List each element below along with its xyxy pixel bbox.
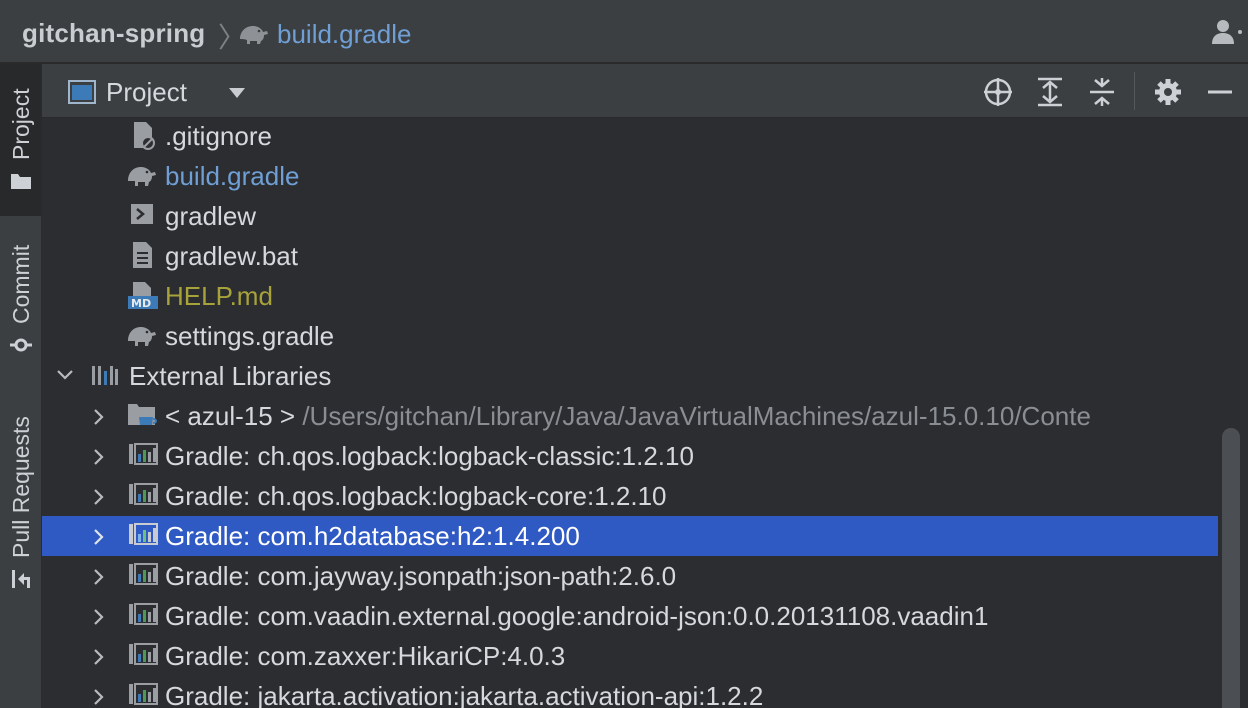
- tree-item-library[interactable]: Gradle: com.jayway.jsonpath:json-path:2.…: [42, 556, 1218, 596]
- library-name: Gradle: com.vaadin.external.google:andro…: [165, 601, 989, 631]
- sdk-name: < azul-15 > /Users/gitchan/Library/Java/…: [165, 401, 1091, 432]
- ide-window: gitchan-spring 〉 build.gradle Project Co…: [0, 0, 1248, 708]
- gradle-elephant-icon: [126, 161, 158, 192]
- strip-label-commit: Commit: [8, 244, 34, 324]
- chevron-right-icon[interactable]: [92, 448, 106, 471]
- sdk-path: /Users/gitchan/Library/Java/JavaVirtualM…: [302, 401, 1091, 431]
- panel-title: Project: [106, 77, 187, 107]
- markdown-file-icon: MD: [127, 281, 159, 316]
- folder-icon: [10, 172, 32, 195]
- gradle-elephant-icon: [126, 321, 158, 352]
- tree-item-file[interactable]: gradlew: [42, 196, 1218, 236]
- tree-item-sdk[interactable]: < azul-15 > /Users/gitchan/Library/Java/…: [42, 396, 1218, 436]
- tree-item-library[interactable]: Gradle: ch.qos.logback:logback-classic:1…: [42, 436, 1218, 476]
- library-icon: [128, 521, 158, 552]
- file-name: gradlew.bat: [165, 241, 298, 271]
- tree-item-file[interactable]: settings.gradle: [42, 316, 1218, 356]
- library-icon: [128, 601, 158, 632]
- commit-icon: [10, 334, 32, 361]
- strip-label-pull-requests: Pull Requests: [8, 416, 34, 558]
- library-icon: [128, 681, 158, 708]
- tree-item-library[interactable]: Gradle: ch.qos.logback:logback-core:1.2.…: [42, 476, 1218, 516]
- project-tree: .gitignore build.gradle gradlew gradlew.…: [42, 118, 1248, 708]
- tree-item-file[interactable]: .gitignore: [42, 118, 1218, 156]
- project-window-icon: [68, 80, 96, 109]
- text-file-icon: [132, 241, 156, 276]
- chevron-right-icon[interactable]: [92, 408, 106, 431]
- library-icon: [128, 641, 158, 672]
- user-icon[interactable]: [1210, 18, 1248, 51]
- file-name: .gitignore: [165, 121, 272, 151]
- breadcrumb-file[interactable]: build.gradle: [277, 19, 411, 50]
- tool-window-strip: Project Commit Pull Requests: [0, 64, 42, 708]
- tree-item-library-selected[interactable]: Gradle: com.h2database:h2:1.4.200: [42, 516, 1218, 556]
- collapse-all-icon[interactable]: [1086, 76, 1118, 108]
- library-name: Gradle: com.zaxxer:HikariCP:4.0.3: [165, 641, 566, 671]
- file-name: settings.gradle: [165, 321, 335, 351]
- chevron-right-icon[interactable]: [92, 608, 106, 631]
- strip-tab-pull-requests[interactable]: Pull Requests: [0, 394, 41, 594]
- file-name: gradlew: [165, 201, 257, 231]
- locate-icon[interactable]: [982, 76, 1014, 108]
- navigation-bar: gitchan-spring 〉 build.gradle: [0, 0, 1248, 64]
- library-icon: [128, 561, 158, 592]
- chevron-right-icon[interactable]: [92, 488, 106, 511]
- library-icon: [128, 441, 158, 472]
- file-name: build.gradle: [165, 161, 300, 191]
- expand-all-icon[interactable]: [1034, 76, 1066, 108]
- shell-script-icon: [130, 201, 156, 232]
- strip-tab-commit[interactable]: Commit: [0, 224, 41, 364]
- minimize-icon[interactable]: [1204, 76, 1236, 108]
- breadcrumb-project[interactable]: gitchan-spring: [22, 18, 205, 49]
- sdk-label: < azul-15 >: [165, 401, 296, 431]
- library-icon: [128, 481, 158, 512]
- chevron-down-icon[interactable]: [56, 368, 74, 387]
- chevron-right-icon[interactable]: [92, 528, 106, 551]
- external-libraries-label: External Libraries: [129, 361, 332, 391]
- strip-label-project: Project: [8, 88, 34, 160]
- libraries-icon: [90, 363, 120, 392]
- tree-item-file[interactable]: gradlew.bat: [42, 236, 1218, 276]
- chevron-right-icon[interactable]: [92, 648, 106, 671]
- vertical-scrollbar[interactable]: [1222, 428, 1240, 708]
- library-name: Gradle: ch.qos.logback:logback-classic:1…: [165, 441, 694, 471]
- toolbar-divider: [1134, 72, 1135, 110]
- jdk-folder-icon: [127, 401, 159, 434]
- chevron-right-icon[interactable]: [92, 568, 106, 591]
- strip-tab-project[interactable]: Project: [0, 64, 41, 216]
- gradle-elephant-icon: [238, 21, 270, 50]
- tree-item-file[interactable]: build.gradle: [42, 156, 1218, 196]
- tree-item-library[interactable]: Gradle: jakarta.activation:jakarta.activ…: [42, 676, 1218, 708]
- project-panel-header: Project: [42, 64, 1248, 118]
- library-name: Gradle: com.h2database:h2:1.4.200: [165, 521, 580, 551]
- library-name: Gradle: jakarta.activation:jakarta.activ…: [165, 681, 764, 708]
- chevron-down-icon[interactable]: [228, 86, 246, 104]
- gear-icon[interactable]: [1152, 76, 1184, 108]
- ignore-file-icon: [130, 121, 158, 156]
- chevron-right-icon[interactable]: [92, 688, 106, 708]
- library-name: Gradle: com.jayway.jsonpath:json-path:2.…: [165, 561, 677, 591]
- tree-item-library[interactable]: Gradle: com.zaxxer:HikariCP:4.0.3: [42, 636, 1218, 676]
- pull-request-icon: [10, 568, 32, 595]
- library-name: Gradle: ch.qos.logback:logback-core:1.2.…: [165, 481, 667, 511]
- tree-item-external-libraries[interactable]: External Libraries: [42, 356, 1218, 396]
- file-name: HELP.md: [165, 281, 273, 311]
- tree-item-library[interactable]: Gradle: com.vaadin.external.google:andro…: [42, 596, 1218, 636]
- svg-text:MD: MD: [131, 297, 151, 310]
- tree-item-file[interactable]: MD HELP.md: [42, 276, 1218, 316]
